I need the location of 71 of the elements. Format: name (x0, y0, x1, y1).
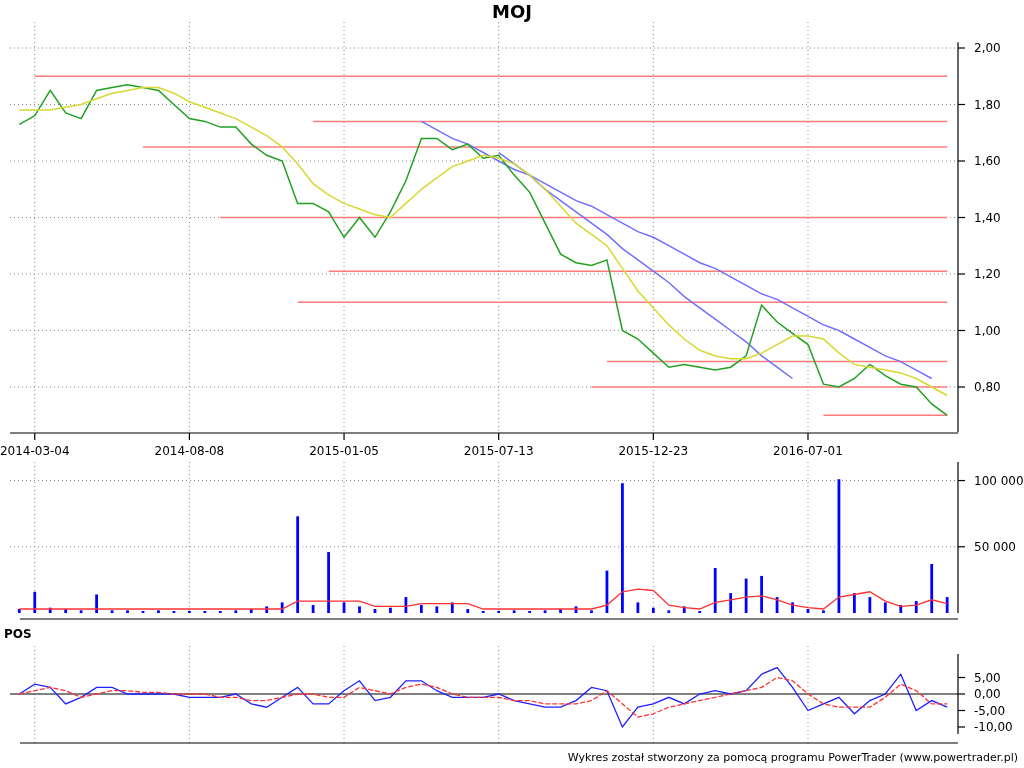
y-axis-label: -10,00 (974, 720, 1013, 734)
y-axis-label: 0,80 (974, 380, 1001, 394)
volume-bar (280, 602, 284, 613)
volume-bar (760, 575, 763, 613)
volume-bar (327, 552, 330, 613)
volume-bar (389, 607, 392, 613)
volume-bar (157, 610, 160, 613)
y-axis-label: 1,40 (974, 210, 1001, 225)
volume-bar (729, 593, 733, 613)
volume-bar (822, 610, 825, 613)
volume-bar (435, 606, 439, 613)
volume-bar (945, 597, 949, 613)
volume-bar (791, 602, 794, 613)
volume-bar (883, 602, 887, 613)
volume-bar (775, 597, 779, 613)
y-axis-label: 0,00 (974, 687, 1001, 701)
volume-bar (868, 597, 872, 613)
y-axis-label: 1,00 (974, 323, 1001, 338)
y-axis-label: 50 000 (974, 539, 1016, 554)
volume-bar (311, 605, 315, 613)
volume-bar (79, 610, 83, 613)
volume-bar (930, 564, 934, 613)
volume-bar (853, 593, 856, 613)
volume-bar (265, 606, 269, 613)
volume-bar (110, 610, 114, 613)
volume-bar (590, 610, 593, 613)
x-axis-label: 2014-08-08 (154, 444, 225, 458)
volume-bar (64, 609, 68, 613)
y-axis-label: 100 000 (974, 473, 1024, 488)
y-axis-label: 1,80 (974, 97, 1001, 112)
volume-bar (713, 567, 717, 613)
volume-bar (48, 607, 52, 613)
volume-bar (17, 609, 21, 613)
x-axis-label: 2015-01-05 (309, 444, 379, 458)
volume-bar (450, 602, 454, 613)
volume-bar (466, 609, 470, 613)
volume-bar (404, 597, 408, 613)
volume-bar (358, 606, 361, 613)
x-axis-label: 2015-07-13 (463, 444, 534, 458)
volume-bar (373, 609, 377, 613)
volume-bar (249, 609, 253, 613)
x-axis-label: 2015-12-23 (618, 444, 689, 458)
volume-bar (636, 602, 640, 613)
volume-bar (543, 610, 547, 613)
y-axis-label: 5,00 (974, 670, 1001, 685)
volume-bar (95, 594, 98, 613)
volume-bar (342, 602, 346, 613)
indicator-label: POS (4, 627, 32, 641)
x-axis-label: 2014-03-04 (0, 444, 70, 458)
volume-bar (126, 610, 129, 613)
y-axis-label: 1,20 (974, 267, 1001, 281)
footer-credit: Wykres został stworzony za pomocą programu PowerTrader (www.powertrader.pl) (566, 750, 1019, 766)
volume-bar (914, 601, 918, 613)
x-axis-label: 2016-07-01 (773, 444, 843, 458)
volume-bar (574, 606, 578, 613)
volume-bar (806, 609, 810, 613)
volume-bar (512, 610, 516, 613)
y-axis-label: -5,00 (974, 703, 1006, 718)
volume-bar (33, 591, 37, 613)
volume-bar (667, 610, 671, 613)
volume-bar (605, 570, 609, 613)
volume-bar (420, 605, 423, 613)
volume-bar (234, 610, 238, 613)
volume-bar (682, 606, 686, 613)
y-axis-label: 2,00 (974, 41, 1001, 55)
chart-title: MOJ (491, 0, 533, 22)
volume-bar (899, 605, 903, 613)
volume-bar (651, 607, 655, 613)
volume-bar (559, 609, 562, 613)
volume-bar (744, 578, 748, 613)
y-axis-label: 1,60 (974, 154, 1001, 168)
